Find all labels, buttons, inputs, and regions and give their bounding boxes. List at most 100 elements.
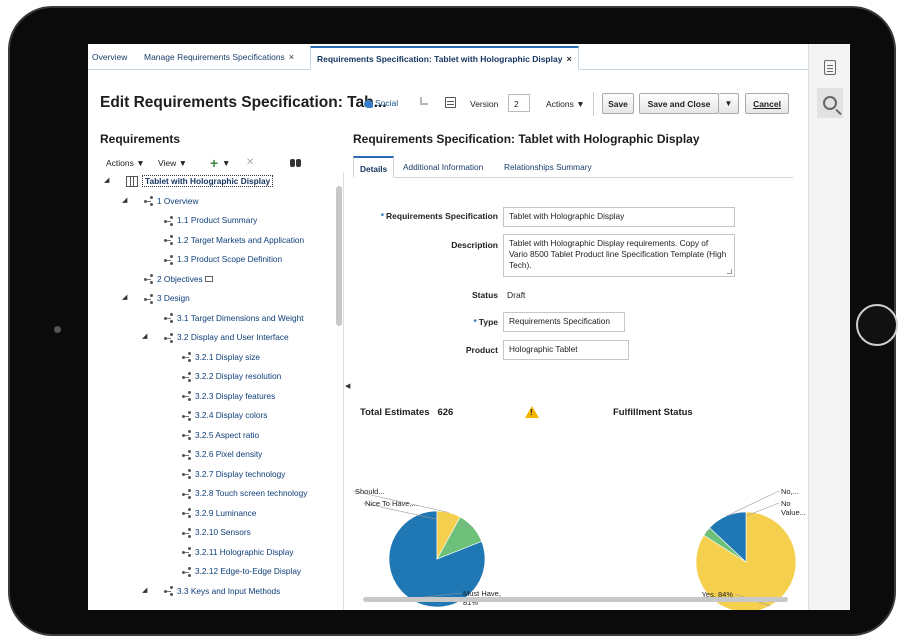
specification-icon (126, 176, 138, 188)
tree-node-label: 3.2.6 Pixel density (195, 449, 263, 459)
estimates-label: Total Estimates (360, 407, 430, 418)
expand-icon[interactable]: ◢ (122, 291, 127, 305)
tree-node[interactable]: 1.1 Product Summary (164, 213, 257, 227)
requirement-node-icon (182, 430, 194, 441)
actions-menu[interactable]: Actions ▼ (546, 99, 585, 109)
requirement-node-icon (164, 215, 176, 226)
description-textarea[interactable]: Tablet with Holographic Display requirem… (503, 234, 735, 277)
comment-icon[interactable] (204, 276, 213, 283)
tab-label: Requirements Specification: Tablet with … (317, 54, 563, 64)
tree-node[interactable]: 3.2.11 Holographic Display (182, 545, 294, 559)
collapse-pane-icon[interactable]: ◀ (345, 382, 350, 390)
expand-icon[interactable]: ◢ (142, 330, 147, 344)
tab-bar: Overview Manage Requirements Specificati… (88, 44, 808, 70)
requirement-node-icon (164, 332, 176, 343)
document-icon[interactable] (817, 54, 843, 80)
tree-node-label: Tablet with Holographic Display (142, 175, 274, 187)
spec-heading: Requirements Specification: Tablet with … (353, 132, 700, 146)
tab-relationships-summary[interactable]: Relationships Summary (504, 162, 592, 172)
add-dropdown[interactable]: ▼ (222, 158, 230, 168)
hierarchy-icon[interactable] (420, 97, 428, 105)
tree-view-menu[interactable]: View ▼ (158, 158, 187, 168)
tree-node-label: 3.2.4 Display colors (195, 410, 268, 420)
required-mark: * (380, 211, 385, 221)
tree-node[interactable]: 3.1 Target Dimensions and Weight (164, 311, 304, 325)
expand-icon[interactable]: ◢ (104, 174, 109, 188)
tree-node[interactable]: 2 Objectives (144, 272, 213, 286)
requirement-node-icon (182, 527, 194, 538)
horizontal-scrollbar[interactable] (363, 597, 788, 602)
add-icon[interactable]: + (210, 155, 218, 171)
tab-manage-specs[interactable]: Manage Requirements Specifications × (144, 52, 294, 62)
tab-details[interactable]: Details (353, 156, 395, 178)
expand-icon[interactable]: ◢ (122, 194, 127, 208)
magnifier-shape (823, 96, 837, 110)
tree-node[interactable]: 3.2.4 Display colors (182, 408, 267, 422)
tree-node-label: 3.2.10 Sensors (195, 527, 251, 537)
tree-node-label: 3.3 Keys and Input Methods (177, 585, 281, 596)
tree-node-label: 3.2.7 Display technology (195, 468, 286, 479)
product-field[interactable]: Holographic Tablet (503, 340, 629, 360)
tree-node[interactable]: 3.2.3 Display features (182, 389, 275, 403)
tree-node-label: 3 Design (157, 293, 190, 303)
description-label: Description (451, 240, 498, 250)
pane-splitter[interactable] (343, 172, 344, 610)
tree-node[interactable]: ◢ Tablet with Holographic Display (104, 174, 274, 188)
delete-icon[interactable]: ✕ (246, 157, 254, 168)
tab-overview[interactable]: Overview (92, 52, 127, 62)
tree-node[interactable]: 3.2.12 Edge-to-Edge Display (182, 564, 301, 578)
tab-additional-information[interactable]: Additional Information (403, 162, 483, 172)
resize-handle[interactable] (727, 269, 732, 274)
fulfillment-status-title: Fulfillment Status (613, 407, 693, 418)
requirement-node-icon (144, 196, 156, 207)
search-icon[interactable] (817, 88, 843, 118)
social-icon (364, 99, 373, 108)
app-screen: Overview Manage Requirements Specificati… (88, 44, 808, 610)
tree-node[interactable]: 3.2.9 Luminance (182, 506, 256, 520)
tree-node[interactable]: 3.2.8 Touch screen technology (182, 486, 307, 500)
tree-node[interactable]: 3.2.1 Display size (182, 350, 260, 364)
document-icon[interactable] (445, 97, 456, 108)
expand-icon[interactable]: ◢ (142, 584, 147, 598)
label-text: Requirements Specification (386, 211, 498, 221)
tree-node[interactable]: 3.2.5 Aspect ratio (182, 428, 259, 442)
requirement-node-icon (182, 371, 194, 382)
spec-name-input[interactable]: Tablet with Holographic Display (503, 207, 735, 227)
tree-node[interactable]: 1.3 Product Scope Definition (164, 252, 282, 266)
save-and-close-button[interactable]: Save and Close (639, 93, 719, 114)
binoculars-icon[interactable] (290, 159, 301, 167)
requirements-heading: Requirements (100, 132, 181, 146)
type-field[interactable]: Requirements Specification (503, 312, 625, 332)
warning-icon[interactable] (525, 406, 539, 418)
cancel-button[interactable]: Cancel (745, 93, 789, 114)
tree-node[interactable]: 3.2.10 Sensors (182, 525, 251, 539)
detail-tabs: Details Additional Information Relations… (353, 152, 793, 178)
tree-node[interactable]: 3.2.7 Display technology (182, 467, 285, 481)
social-link[interactable]: Social (364, 98, 398, 108)
tab-label: Manage Requirements Specifications (144, 52, 285, 62)
tree-node[interactable]: 3.2.6 Pixel density (182, 447, 262, 461)
tree-node[interactable]: ◢ 1 Overview (122, 194, 199, 208)
save-options-dropdown[interactable]: ▼ (719, 93, 739, 114)
tab-spec-tablet[interactable]: Requirements Specification: Tablet with … (310, 46, 579, 70)
page-title: Edit Requirements Specification: Tab... (100, 94, 387, 111)
pie-slice-label: No,... (781, 487, 799, 496)
requirement-node-icon (182, 469, 194, 480)
version-field[interactable]: 2 (508, 94, 530, 112)
home-button[interactable] (856, 304, 898, 346)
tree-node-label: 3.2.12 Edge-to-Edge Display (195, 566, 302, 576)
save-button[interactable]: Save (602, 93, 634, 114)
tree-node[interactable]: ◢ 3.2 Display and User Interface (142, 330, 289, 344)
tree-node-label: 3.2.3 Display features (195, 390, 276, 401)
tree-node[interactable]: 1.2 Target Markets and Application (164, 233, 304, 247)
tree-actions-menu[interactable]: Actions ▼ (106, 158, 145, 168)
close-icon[interactable]: × (566, 54, 571, 64)
tree-node[interactable]: ◢ 3.3 Keys and Input Methods (142, 584, 281, 598)
toolbar-divider (593, 92, 594, 116)
close-icon[interactable]: × (289, 52, 294, 62)
tree-scrollbar[interactable] (336, 186, 342, 326)
tree-node-label: 3.2.8 Touch screen technology (195, 488, 308, 498)
tree-node[interactable]: ◢ 3 Design (122, 291, 190, 305)
tree-node[interactable]: 3.2.2 Display resolution (182, 369, 281, 383)
requirement-node-icon (182, 488, 194, 499)
